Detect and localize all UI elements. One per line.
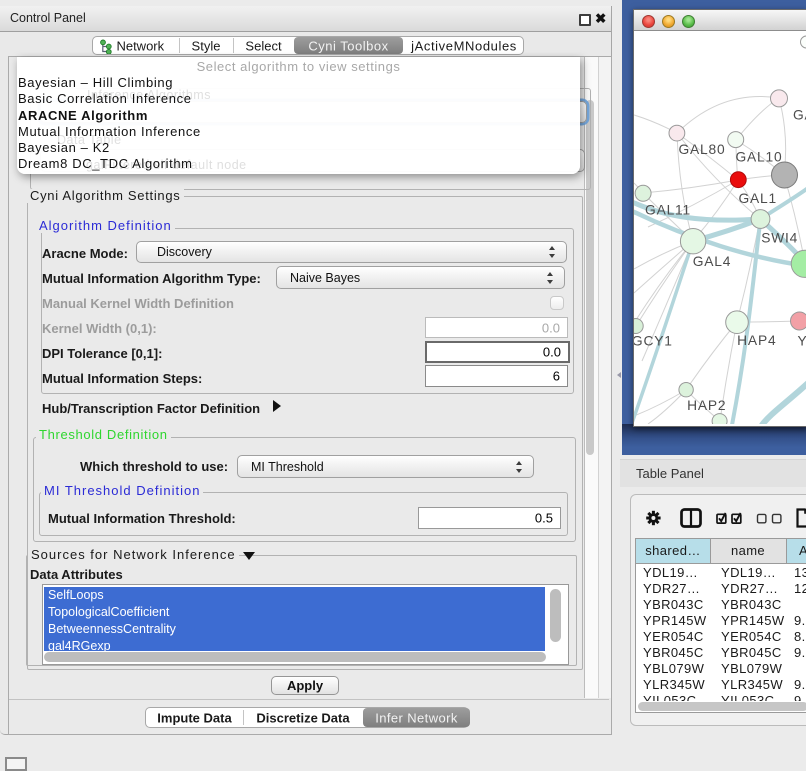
svg-text:GAL2: GAL2 [793,108,806,123]
svg-text:GAL11: GAL11 [645,203,691,218]
svg-text:HAP4: HAP4 [737,333,776,348]
svg-text:GAL4: GAL4 [693,254,731,269]
svg-text:YJL219W: YJL219W [798,334,806,349]
svg-text:GAL1: GAL1 [738,191,776,206]
svg-text:GAL10: GAL10 [736,150,783,165]
svg-text:HAP2: HAP2 [687,398,726,413]
svg-text:SWI4: SWI4 [761,231,798,246]
svg-text:GCY1: GCY1 [634,334,673,349]
svg-text:GAL80: GAL80 [679,142,726,157]
